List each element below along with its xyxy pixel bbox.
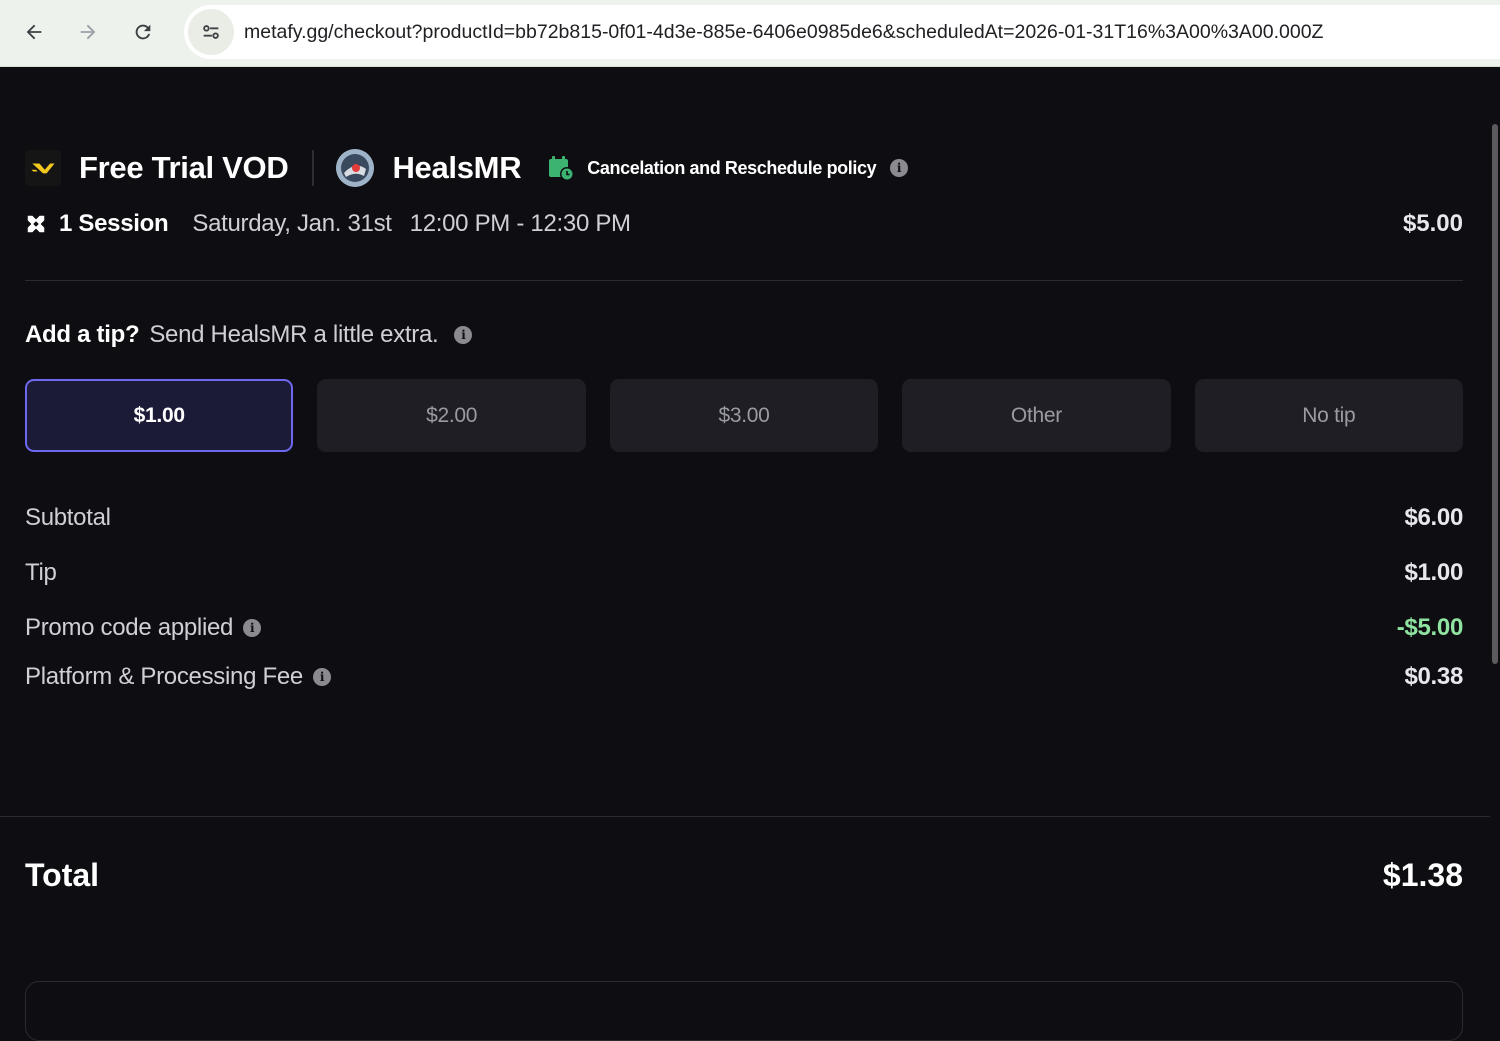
reload-icon: [135, 24, 151, 40]
back-button[interactable]: [16, 14, 52, 50]
tip-value: $1.00: [1404, 559, 1463, 586]
scrollbar[interactable]: [1492, 124, 1498, 664]
coach-avatar[interactable]: [336, 149, 375, 187]
fee-info-icon[interactable]: i: [312, 668, 331, 686]
site-info-button[interactable]: [188, 9, 234, 55]
game-logo-icon: [25, 150, 61, 186]
forward-button[interactable]: [70, 14, 106, 50]
tip-subtitle: Send HealsMR a little extra.: [149, 321, 439, 348]
tune-icon: [203, 25, 219, 39]
header-divider: [312, 150, 315, 186]
product-title: Free Trial VOD: [79, 150, 289, 185]
policy-link[interactable]: Cancelation and Reschedule policy i: [547, 154, 909, 182]
promo-label: Promo code applied: [25, 614, 234, 641]
tip-option-2[interactable]: $2.00: [317, 379, 586, 452]
subtotal-label: Subtotal: [25, 504, 111, 531]
promo-value: -$5.00: [1396, 614, 1464, 641]
total-value: $1.38: [1382, 856, 1463, 893]
coach-name[interactable]: HealsMR: [392, 150, 521, 186]
policy-info-icon[interactable]: i: [890, 159, 909, 177]
fee-row: Platform & Processing Fee i $0.38: [25, 662, 1463, 692]
fee-label-group: Platform & Processing Fee i: [25, 663, 331, 691]
tip-info-icon[interactable]: i: [454, 326, 473, 344]
tip-option-1[interactable]: $1.00: [25, 379, 294, 452]
promo-row: Promo code applied i -$5.00: [25, 613, 1463, 643]
policy-label[interactable]: Cancelation and Reschedule policy: [587, 158, 876, 179]
payment-card: [25, 981, 1463, 1041]
total-label: Total: [25, 856, 100, 893]
tip-options: $1.00 $2.00 $3.00 Other No tip: [25, 379, 1464, 452]
tip-option-other[interactable]: Other: [902, 379, 1171, 452]
total-row: Total $1.38: [25, 855, 1463, 895]
fee-label: Platform & Processing Fee: [25, 663, 303, 690]
session-price: $5.00: [1402, 210, 1463, 237]
checkout-page: Free Trial VOD HealsMR Cancelation and R…: [0, 67, 1500, 1041]
tip-heading: Add a tip? Send HealsMR a little extra. …: [25, 320, 473, 350]
arrow-right-icon: [80, 24, 96, 40]
promo-info-icon[interactable]: i: [243, 619, 262, 637]
arrow-left-icon: [26, 24, 42, 40]
product-header: Free Trial VOD HealsMR Cancelation and R…: [25, 147, 909, 189]
tip-option-none[interactable]: No tip: [1194, 379, 1464, 452]
fee-value: $0.38: [1404, 663, 1463, 690]
session-row: 1 Session Saturday, Jan. 31st 12:00 PM -…: [25, 207, 1463, 241]
crossed-swords-icon: [27, 215, 45, 233]
subtotal-row: Subtotal $6.00: [25, 503, 1463, 533]
address-bar[interactable]: metafy.gg/checkout?productId=bb72b815-0f…: [184, 5, 1500, 59]
session-date: Saturday, Jan. 31st: [192, 210, 392, 237]
reload-button[interactable]: [125, 14, 161, 50]
total-divider: [0, 816, 1490, 817]
calendar-clock-icon: [549, 156, 575, 181]
section-divider: [25, 280, 1463, 281]
promo-label-group: Promo code applied i: [25, 614, 262, 642]
browser-toolbar: metafy.gg/checkout?productId=bb72b815-0f…: [0, 0, 1500, 67]
tip-label: Tip: [25, 559, 57, 586]
session-count: 1 Session: [59, 210, 169, 237]
url-text[interactable]: metafy.gg/checkout?productId=bb72b815-0f…: [244, 21, 1323, 44]
tip-title: Add a tip?: [25, 321, 140, 348]
session-time: 12:00 PM - 12:30 PM: [409, 210, 631, 237]
tip-option-3[interactable]: $3.00: [609, 379, 879, 452]
subtotal-value: $6.00: [1404, 504, 1463, 531]
tip-row: Tip $1.00: [25, 558, 1463, 588]
